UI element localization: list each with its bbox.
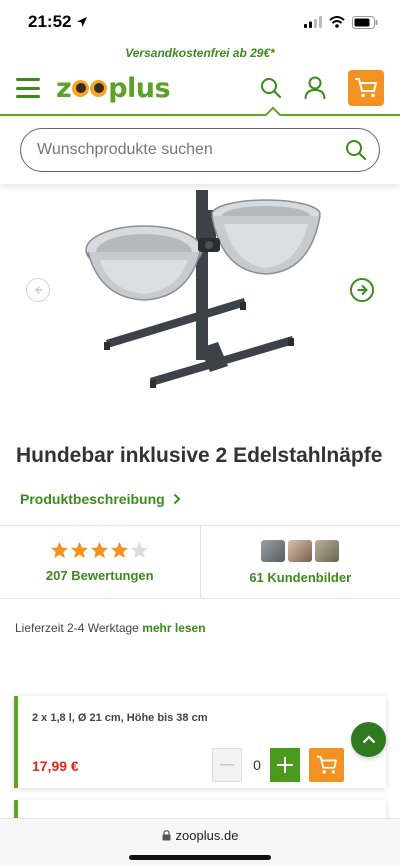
customer-image-thumb[interactable] (261, 539, 286, 562)
customer-images-count: 61 Kundenbilder (249, 569, 352, 585)
chevron-left-icon[interactable] (26, 278, 50, 302)
home-indicator[interactable] (129, 855, 271, 860)
menu-icon[interactable] (16, 78, 40, 98)
browser-bottom-bar: zooplus.de (0, 818, 400, 866)
product-image-carousel[interactable] (0, 184, 400, 424)
next-variant-card (14, 800, 386, 820)
search-icon[interactable] (345, 139, 367, 161)
search-input[interactable] (37, 141, 345, 159)
star-icon (71, 541, 89, 559)
variant-card: 2 x 1,8 l, Ø 21 cm, Höhe bis 38 cm 17,99… (14, 696, 386, 788)
status-time: 21:52 (28, 12, 88, 32)
star-icon (91, 541, 109, 559)
signal-icon (304, 16, 322, 28)
quantity-increase-button[interactable] (270, 748, 300, 782)
chevron-up-icon (362, 735, 375, 744)
location-arrow-icon (77, 17, 88, 27)
delivery-info: Lieferzeit 2-4 Werktage mehr lesen (0, 599, 400, 635)
variant-name: 2 x 1,8 l, Ø 21 cm, Höhe bis 38 cm (32, 712, 208, 724)
wifi-icon (329, 16, 345, 28)
user-icon[interactable] (304, 76, 326, 100)
scroll-to-top-button[interactable] (351, 722, 386, 757)
star-icon (51, 541, 69, 559)
customer-image-thumb[interactable] (288, 539, 313, 562)
customer-images[interactable]: 61 Kundenbilder (199, 526, 400, 598)
chevron-right-icon[interactable] (350, 278, 374, 302)
star-icon (111, 541, 129, 559)
reviews-row: 207 Bewertungen 61 Kundenbilder (0, 525, 400, 599)
status-icons (304, 15, 378, 29)
battery-icon (352, 15, 378, 29)
url-text: zooplus.de (175, 828, 239, 843)
search-area (0, 116, 400, 184)
search-icon[interactable] (260, 77, 282, 99)
status-time-text: 21:52 (28, 12, 72, 31)
minus-icon (220, 764, 234, 766)
star-icon (131, 541, 149, 559)
zooplus-logo[interactable]: z plus (56, 73, 171, 104)
chevron-right-icon (173, 493, 181, 505)
rating-summary[interactable]: 207 Bewertungen (0, 526, 200, 598)
read-more-link[interactable]: mehr lesen (142, 621, 205, 635)
product-description-link[interactable]: Produktbeschreibung (0, 469, 400, 507)
quantity-decrease-button[interactable] (212, 748, 242, 782)
status-bar: 21:52 (0, 0, 400, 44)
promo-banner: Versandkostenfrei ab 29€* (125, 46, 275, 60)
search-box[interactable] (20, 128, 380, 172)
lock-icon (162, 830, 171, 841)
cart-icon (316, 755, 337, 774)
add-to-cart-button[interactable] (309, 748, 344, 782)
plus-icon (277, 757, 293, 773)
quantity-value[interactable]: 0 (244, 748, 270, 782)
review-count: 207 Bewertungen (45, 568, 154, 583)
product-description-label: Produktbeschreibung (20, 491, 165, 507)
url-bar[interactable]: zooplus.de (0, 828, 400, 843)
product-photo (85, 190, 321, 388)
delivery-text: Lieferzeit 2-4 Werktage (15, 621, 139, 635)
customer-image-thumb[interactable] (315, 539, 340, 562)
customer-image-thumbnails (261, 539, 340, 562)
variant-price: 17,99 € (32, 758, 79, 774)
product-title: Hundebar inklusive 2 Edelstahlnäpfe (16, 444, 383, 467)
star-rating (50, 541, 149, 560)
cart-icon[interactable] (348, 70, 384, 106)
site-header: z plus (0, 62, 400, 124)
